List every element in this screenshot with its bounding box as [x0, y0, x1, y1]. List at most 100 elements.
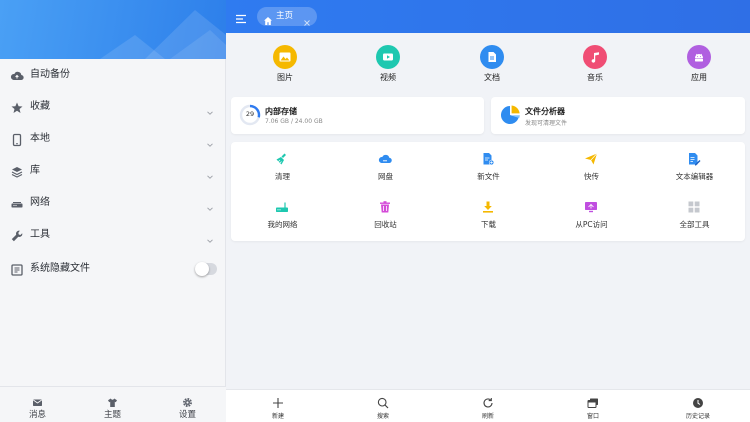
paper-plane-icon: [584, 151, 598, 165]
document-icon: [480, 45, 504, 69]
search-button[interactable]: 搜索: [331, 390, 435, 422]
button-label: 窗口: [586, 413, 599, 420]
tool-label: 我的网络: [267, 220, 298, 229]
category-row: 图片 视频 文档 音乐 应用: [231, 33, 745, 91]
sidebar-item-label: 自动备份: [30, 69, 70, 80]
storage-usage: 7.06 GB / 24.00 GB: [265, 118, 323, 125]
sidebar-item-network[interactable]: 网络: [0, 187, 226, 219]
clock-icon: [692, 394, 704, 408]
tool-pc-access[interactable]: 从PC访问: [540, 190, 643, 238]
wrench-icon: [10, 228, 24, 242]
menu-icon[interactable]: [235, 10, 247, 24]
sidebar-item-auto-backup[interactable]: 自动备份: [0, 59, 226, 91]
search-icon: [377, 394, 389, 409]
file-analyzer-card[interactable]: 文件分析器 发现可清理文件: [491, 97, 745, 134]
category-label: 视频: [380, 73, 396, 82]
music-icon: [583, 45, 607, 69]
plus-icon: [272, 394, 284, 408]
tool-quick-send[interactable]: 快传: [540, 142, 643, 190]
sidebar-item-favorites[interactable]: 收藏: [0, 91, 226, 123]
category-documents[interactable]: 文档: [462, 45, 522, 91]
windows-icon: [587, 394, 599, 408]
tab-label: 消息: [28, 410, 46, 420]
category-apps[interactable]: 应用: [669, 45, 729, 91]
tab-label: 主题: [103, 410, 121, 420]
layers-icon: [10, 164, 24, 178]
cloud-upload-icon: [10, 68, 24, 82]
router-icon: [275, 199, 289, 213]
tools-grid: 清理 网盘 新文件 快传 文本编辑器 我的网络 回收站 下载 从PC访问 全部工…: [231, 142, 745, 241]
tab-messages[interactable]: 消息: [0, 387, 75, 422]
image-icon: [273, 45, 297, 69]
button-label: 刷新: [481, 413, 494, 420]
shirt-icon: [107, 393, 118, 407]
history-button[interactable]: 历史记录: [646, 390, 750, 422]
category-label: 文档: [484, 73, 500, 82]
hidden-files-icon: [10, 262, 24, 276]
tab-label: 设置: [178, 410, 196, 420]
category-label: 图片: [277, 73, 293, 82]
tool-new-file[interactable]: 新文件: [437, 142, 540, 190]
sidebar-header-banner: [0, 0, 226, 59]
refresh-button[interactable]: 刷新: [436, 390, 540, 422]
sidebar-item-library[interactable]: 库: [0, 155, 226, 187]
top-bar: 主页: [226, 0, 750, 33]
category-videos[interactable]: 视频: [358, 45, 418, 91]
tool-all-tools[interactable]: 全部工具: [643, 190, 746, 238]
all-tools-icon: [687, 199, 701, 213]
pc-access-icon: [584, 199, 598, 213]
sidebar-item-label: 收藏: [30, 101, 50, 112]
pie-chart-icon: [499, 104, 521, 126]
button-label: 搜索: [376, 413, 389, 420]
windows-button[interactable]: 窗口: [541, 390, 645, 422]
network-icon: [10, 196, 24, 210]
tab-settings[interactable]: 设置: [150, 387, 225, 422]
chevron-down-icon[interactable]: [206, 198, 214, 211]
category-label: 音乐: [587, 73, 603, 82]
tool-my-network[interactable]: 我的网络: [231, 190, 334, 238]
sidebar-item-label: 网络: [30, 197, 50, 208]
tool-cloud-drive[interactable]: 网盘: [334, 142, 437, 190]
tab-theme[interactable]: 主题: [75, 387, 150, 422]
new-button[interactable]: 新建: [226, 390, 330, 422]
tab-home[interactable]: 主页: [257, 7, 317, 26]
category-images[interactable]: 图片: [255, 45, 315, 91]
sidebar-item-label: 工具: [30, 229, 50, 240]
bottom-toolbar: 新建 搜索 刷新 窗口 历史记录: [226, 389, 750, 422]
category-music[interactable]: 音乐: [565, 45, 625, 91]
tool-label: 网盘: [378, 172, 393, 181]
sidebar-bottom-tabs: 消息 主题 设置: [0, 386, 226, 422]
broom-icon: [275, 151, 289, 165]
cloud-drive-icon: [378, 151, 392, 165]
sidebar: 自动备份 收藏 本地 库 网络 工具 系统隐藏文件 消息 主题 设置: [0, 0, 226, 422]
tool-label: 快传: [584, 172, 599, 181]
chevron-down-icon[interactable]: [206, 230, 214, 243]
storage-title: 内部存储: [265, 107, 297, 116]
analyzer-title: 文件分析器: [525, 107, 565, 116]
tool-label: 全部工具: [679, 220, 710, 229]
tool-download[interactable]: 下载: [437, 190, 540, 238]
gear-icon: [182, 393, 193, 408]
tool-clean[interactable]: 清理: [231, 142, 334, 190]
chevron-down-icon[interactable]: [206, 134, 214, 147]
storage-percent: 29: [245, 110, 255, 118]
tool-recycle-bin[interactable]: 回收站: [334, 190, 437, 238]
sidebar-item-local[interactable]: 本地: [0, 123, 226, 155]
home-icon: [263, 11, 273, 25]
hidden-files-toggle[interactable]: [195, 262, 217, 276]
toggle-knob: [195, 262, 209, 276]
android-icon: [687, 45, 711, 69]
video-icon: [376, 45, 400, 69]
sidebar-item-tools[interactable]: 工具: [0, 219, 226, 251]
tool-text-editor[interactable]: 文本编辑器: [643, 142, 746, 190]
tab-label: 主页: [276, 11, 294, 21]
tool-label: 文本编辑器: [675, 172, 714, 181]
internal-storage-card[interactable]: 29 内部存储 7.06 GB / 24.00 GB: [231, 97, 484, 134]
tool-label: 清理: [275, 172, 290, 181]
button-label: 新建: [271, 413, 284, 420]
chevron-down-icon[interactable]: [206, 102, 214, 115]
chevron-down-icon[interactable]: [206, 166, 214, 179]
button-label: 历史记录: [685, 413, 710, 420]
close-icon[interactable]: [303, 12, 311, 26]
mail-icon: [32, 393, 43, 406]
